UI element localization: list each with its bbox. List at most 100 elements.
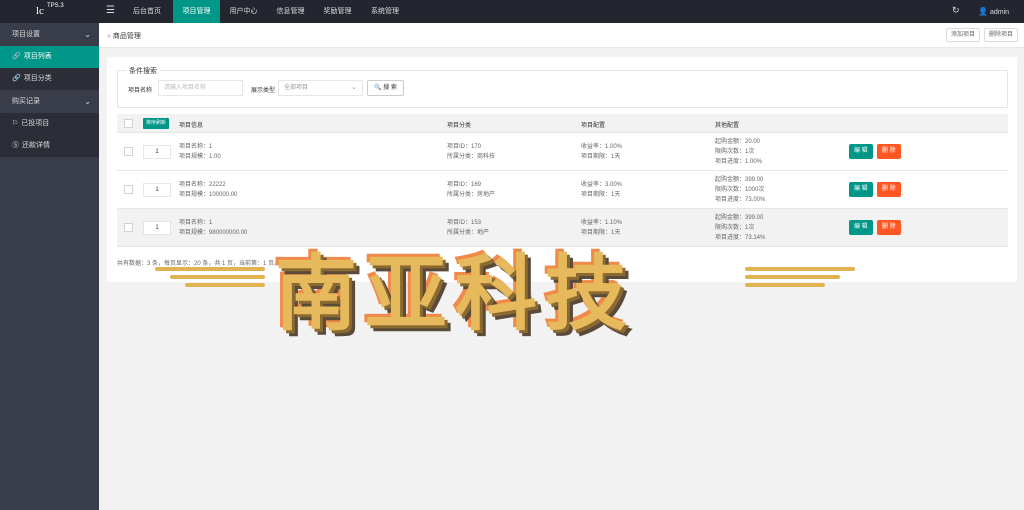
yield-rate: 收益率：1.00% — [581, 144, 623, 150]
category-name: 所属分类：房地产 — [447, 192, 496, 198]
nav-users[interactable]: 用户中心 — [220, 0, 267, 23]
user-menu[interactable]: 👤 admin — [978, 7, 1009, 16]
min-amount: 起购金额：399.00 — [715, 177, 764, 183]
sidebar: 项目设置 ⌄ 🔗 项目列表 🔗 项目分类 购买记录 ⌄ ⚐ 已投项目 Ⓢ 还款详情 — [0, 23, 99, 510]
menu-toggle-icon[interactable]: ☰ — [106, 5, 115, 16]
select-all-checkbox[interactable] — [124, 119, 133, 128]
refresh-icon[interactable]: ↻ — [952, 5, 960, 16]
logo-sup: TPS.3 — [47, 3, 64, 9]
user-name: admin — [989, 9, 1010, 16]
row-checkbox[interactable] — [124, 223, 133, 232]
sidebar-item-invested[interactable]: ⚐ 已投项目 — [0, 113, 99, 135]
nav-project[interactable]: 项目管理 — [173, 0, 220, 23]
category-name: 所属分类：商科技 — [447, 154, 496, 160]
page-title: » 商品管理 — [107, 31, 141, 41]
other-config: 起购金额：399.00 限购次数：1000次 项目进度：73.00% — [715, 175, 765, 205]
search-button-label: 搜 索 — [383, 85, 397, 91]
project-category: 项目ID：169 所属分类：房地产 — [447, 180, 495, 200]
search-button[interactable]: 🔍 搜 索 — [367, 80, 404, 96]
project-info: 项目名称：22222 项目规模：100000.00 — [179, 180, 237, 200]
flag-icon: ⚐ — [12, 120, 19, 127]
delete-project-button[interactable]: 删除项目 — [984, 28, 1019, 42]
purchase-limit: 限购次数：1000次 — [715, 187, 765, 193]
project-scale: 项目规模：1.00 — [179, 154, 221, 160]
nav-home[interactable]: 后台首页 — [121, 0, 173, 23]
top-bar: lc TPS.3 ☰ 后台首页 项目管理 用户中心 信息管理 奖励管理 系统管理… — [0, 0, 1024, 23]
table-row: 1 项目名称：1 项目规模：1.00 项目ID：170 所属分类：商科技 收益率：1… — [117, 133, 1008, 171]
chevron-down-icon: ⌄ — [84, 97, 91, 106]
sidebar-item-repayment[interactable]: Ⓢ 还款详情 — [0, 135, 99, 157]
min-amount: 起购金额：20.00 — [715, 139, 761, 145]
type-select-value: 全部项目 — [284, 85, 309, 91]
min-amount: 起购金额：399.00 — [715, 215, 764, 221]
type-select[interactable]: 全部项目 ⌄ — [278, 80, 363, 96]
breadcrumb-title: 商品管理 — [112, 33, 141, 40]
header-project-info: 项目信息 — [179, 123, 204, 129]
project-name: 项目名称：22222 — [179, 182, 226, 188]
purchase-limit: 限购次数：1次 — [715, 149, 755, 155]
sort-input[interactable]: 1 — [143, 145, 171, 159]
double-chevron-icon: » — [107, 33, 111, 40]
sidebar-group-label: 购买记录 — [12, 98, 40, 105]
edit-button[interactable]: 编 辑 — [849, 144, 873, 159]
project-scale: 项目规模：100000.00 — [179, 192, 238, 198]
delete-button[interactable]: 删 除 — [877, 220, 901, 235]
project-category: 项目ID：170 所属分类：商科技 — [447, 142, 495, 162]
sidebar-item-label: 已投项目 — [21, 120, 50, 127]
sort-refresh-button[interactable]: 排序刷新 — [143, 118, 170, 129]
sidebar-group-label: 项目设置 — [12, 31, 40, 38]
project-period: 项目期限：1天 — [581, 192, 621, 198]
search-icon: 🔍 — [374, 85, 382, 91]
dollar-circle-icon: Ⓢ — [12, 142, 19, 149]
row-checkbox[interactable] — [124, 185, 133, 194]
header-other-config: 其他配置 — [715, 123, 740, 129]
watermark-text: 南亚科技 — [275, 247, 636, 342]
link-icon: 🔗 — [12, 75, 21, 82]
right-wing-graphic — [745, 267, 855, 291]
sidebar-item-label: 还款详情 — [22, 142, 50, 149]
type-label: 展示类型 — [251, 88, 276, 94]
project-period: 项目期限：1天 — [581, 154, 621, 160]
project-id: 项目ID：170 — [447, 144, 482, 150]
table-header: 排序刷新 项目信息 项目分类 项目配置 其他配置 — [117, 114, 1008, 133]
project-info: 项目名称：1 项目规模：1.00 — [179, 142, 221, 162]
delete-button[interactable]: 删 除 — [877, 182, 901, 197]
header-category: 项目分类 — [447, 123, 472, 129]
add-project-button[interactable]: 添加项目 — [946, 28, 981, 42]
yield-rate: 收益率：3.00% — [581, 182, 623, 188]
sidebar-item-project-category[interactable]: 🔗 项目分类 — [0, 68, 99, 90]
filter-legend: 条件搜索 — [126, 66, 160, 76]
project-name: 项目名称：1 — [179, 144, 213, 150]
breadcrumb: » 商品管理 添加项目 删除项目 — [99, 23, 1024, 48]
sidebar-item-label: 项目分类 — [23, 75, 52, 82]
delete-button[interactable]: 删 除 — [877, 144, 901, 159]
sidebar-group-purchase-records[interactable]: 购买记录 ⌄ — [0, 90, 99, 113]
name-input[interactable]: 请输入项目名称 — [158, 80, 243, 96]
chevron-down-icon: ⌄ — [351, 84, 357, 91]
table-row: 1 项目名称：22222 项目规模：100000.00 项目ID：169 所属分类：… — [117, 171, 1008, 209]
link-icon: 🔗 — [12, 53, 21, 60]
left-wing-graphic — [155, 267, 265, 291]
nav-rewards[interactable]: 奖励管理 — [314, 0, 361, 23]
project-config: 收益率：1.00% 项目期限：1天 — [581, 142, 622, 162]
project-id: 项目ID：169 — [447, 182, 482, 188]
nav-info[interactable]: 信息管理 — [267, 0, 314, 23]
sort-input[interactable]: 1 — [143, 183, 171, 197]
row-checkbox[interactable] — [124, 147, 133, 156]
chevron-down-icon: ⌄ — [84, 30, 91, 39]
filter-panel: 条件搜索 项目名称 请输入项目名称 展示类型 全部项目 ⌄ 🔍 搜 索 — [117, 66, 1008, 108]
user-icon: 👤 — [978, 7, 988, 16]
app-logo[interactable]: lc TPS.3 — [0, 0, 99, 23]
header-config: 项目配置 — [581, 123, 606, 129]
name-label: 项目名称 — [128, 88, 153, 94]
nav-system[interactable]: 系统管理 — [361, 0, 409, 23]
sidebar-item-label: 项目列表 — [23, 53, 52, 60]
project-progress: 项目进度：1.00% — [715, 159, 763, 165]
project-progress: 项目进度：73.00% — [715, 197, 766, 203]
project-config: 收益率：3.00% 项目期限：1天 — [581, 180, 622, 200]
logo-text: lc — [36, 5, 44, 17]
sidebar-group-project-settings[interactable]: 项目设置 ⌄ — [0, 23, 99, 46]
sidebar-item-project-list[interactable]: 🔗 项目列表 — [0, 46, 99, 68]
edit-button[interactable]: 编 辑 — [849, 182, 873, 197]
other-config: 起购金额：20.00 限购次数：1次项目进度：1.00% — [715, 137, 762, 167]
